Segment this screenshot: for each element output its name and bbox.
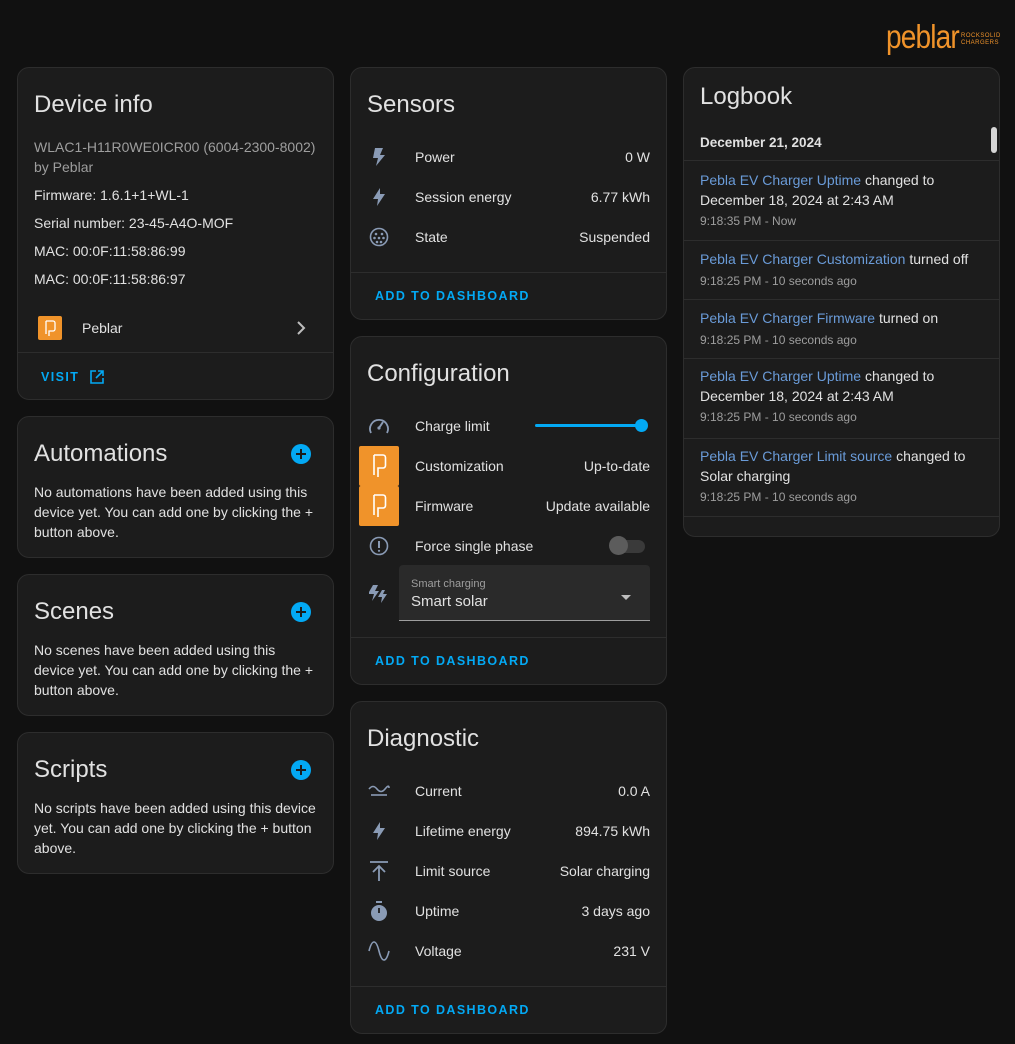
- log-time: 9:18:25 PM - 10 seconds ago: [700, 490, 857, 504]
- smart-charging-select[interactable]: Smart charging Smart solar: [399, 565, 650, 621]
- current-ac-icon: [367, 779, 391, 803]
- add-to-dashboard-button[interactable]: ADD TO DASHBOARD: [375, 654, 530, 668]
- lightning-bolt-icon: [367, 185, 391, 209]
- empty-text: No automations have been added using thi…: [34, 484, 314, 540]
- chevron-right-icon: [293, 320, 309, 339]
- alert-circle-outline-icon: [367, 534, 391, 558]
- add-scene-button[interactable]: [291, 602, 311, 622]
- log-time: 9:18:25 PM - 10 seconds ago: [700, 333, 857, 347]
- empty-text: No scripts have been added using this de…: [34, 800, 316, 856]
- select-value: Smart solar: [411, 593, 488, 610]
- log-entity-link[interactable]: Pebla EV Charger Uptime: [700, 172, 861, 188]
- device-mac-1: MAC: 00:0F:11:58:86:99: [34, 243, 186, 259]
- log-entry: Pebla EV Charger Customization turned of…: [684, 241, 999, 300]
- peblar-brand-icon: [359, 446, 399, 486]
- add-to-dashboard-button[interactable]: ADD TO DASHBOARD: [375, 289, 530, 303]
- open-in-new-icon: [89, 369, 105, 385]
- device-firmware: Firmware: 1.6.1+1+WL-1: [34, 187, 189, 203]
- card-title: Sensors: [367, 91, 456, 118]
- plus-icon: [296, 607, 306, 617]
- smart-charging-icon: [367, 582, 391, 607]
- peblar-brand-icon: [359, 486, 399, 526]
- sensor-row-session-energy[interactable]: Session energy 6.77 kWh: [351, 177, 666, 217]
- diagnostic-row-voltage[interactable]: Voltage 231 V: [351, 931, 666, 971]
- card-title: Scenes: [34, 598, 115, 625]
- configuration-card: Configuration Charge limit Customization…: [350, 336, 667, 685]
- sensors-card: Sensors Power 0 W Session energy 6.77 kW…: [350, 67, 667, 320]
- device-model: WLAC1-H11R0WE0ICR00 (6004-2300-8002): [34, 139, 316, 155]
- card-title: Logbook: [700, 83, 793, 110]
- device-manufacturer: by Peblar: [34, 159, 94, 175]
- lightning-bolt-outline-icon: [367, 145, 391, 169]
- log-time: 9:18:35 PM - Now: [700, 214, 797, 228]
- empty-text: No scenes have been added using this dev…: [34, 642, 314, 698]
- logbook-card: Logbook December 21, 2024 Pebla EV Charg…: [683, 67, 1000, 537]
- card-title: Device info: [34, 91, 153, 118]
- diagnostic-row-uptime[interactable]: Uptime 3 days ago: [351, 891, 666, 931]
- log-time: 9:18:25 PM - 10 seconds ago: [700, 274, 857, 288]
- device-info-card: Device info WLAC1-H11R0WE0ICR00 (6004-23…: [17, 67, 334, 400]
- add-to-dashboard-button[interactable]: ADD TO DASHBOARD: [375, 1003, 530, 1017]
- force-single-phase-toggle[interactable]: [609, 536, 645, 555]
- scripts-card: Scripts No scripts have been added using…: [17, 732, 334, 874]
- device-mac-2: MAC: 00:0F:11:58:86:97: [34, 271, 186, 287]
- log-entry: Pebla EV Charger Firmware turned on 9:18…: [684, 300, 999, 359]
- log-entity-link[interactable]: Pebla EV Charger Uptime: [700, 368, 861, 384]
- arrow-collapse-up-icon: [367, 859, 391, 883]
- sensor-row-power[interactable]: Power 0 W: [351, 137, 666, 177]
- log-entity-link[interactable]: Pebla EV Charger Firmware: [700, 310, 875, 326]
- slider-handle[interactable]: [635, 419, 648, 432]
- integration-name: Peblar: [82, 320, 123, 336]
- log-entry: Pebla EV Charger Uptime changed to Decem…: [684, 359, 999, 439]
- log-entry: Pebla EV Charger Uptime changed to Decem…: [684, 161, 999, 241]
- config-row-customization[interactable]: Customization Up-to-date: [351, 446, 666, 486]
- menu-down-icon: [620, 589, 632, 605]
- sensor-row-state[interactable]: State Suspended: [351, 217, 666, 257]
- log-entity-link[interactable]: Pebla EV Charger Limit source: [700, 448, 892, 464]
- add-script-button[interactable]: [291, 760, 311, 780]
- diagnostic-row-lifetime-energy[interactable]: Lifetime energy 894.75 kWh: [351, 811, 666, 851]
- diagnostic-row-limit-source[interactable]: Limit source Solar charging: [351, 851, 666, 891]
- diagnostic-card: Diagnostic Current 0.0 A Lifetime energy…: [350, 701, 667, 1034]
- card-title: Diagnostic: [367, 725, 480, 752]
- card-title: Configuration: [367, 360, 510, 387]
- select-label: Smart charging: [411, 578, 486, 590]
- log-time: 9:18:25 PM - 10 seconds ago: [700, 410, 857, 424]
- plus-icon: [296, 765, 306, 775]
- logbook-date: December 21, 2024: [700, 135, 822, 150]
- charge-limit-slider[interactable]: [535, 419, 648, 432]
- log-entry: Pebla EV Charger Limit source changed to…: [684, 439, 999, 517]
- visit-button[interactable]: VISIT: [41, 369, 105, 385]
- peblar-brand-icon: [38, 316, 62, 340]
- speedometer-icon: [367, 414, 391, 438]
- config-row-firmware[interactable]: Firmware Update available: [351, 486, 666, 526]
- card-title: Automations: [34, 440, 168, 467]
- ev-plug-icon: [367, 225, 391, 249]
- scenes-card: Scenes No scenes have been added using t…: [17, 574, 334, 716]
- add-automation-button[interactable]: [291, 444, 311, 464]
- card-title: Scripts: [34, 756, 108, 783]
- lightning-bolt-icon: [367, 819, 391, 843]
- timer-icon: [367, 899, 391, 923]
- integration-row[interactable]: Peblar: [18, 308, 333, 348]
- logo-tagline: ROCKSOLID CHARGERS: [961, 33, 1001, 46]
- log-entity-link[interactable]: Pebla EV Charger Customization: [700, 251, 905, 267]
- peblar-logo: peblar ROCKSOLID CHARGERS: [886, 18, 1004, 54]
- logo-wordmark: peblar: [886, 17, 960, 55]
- automations-card: Automations No automations have been add…: [17, 416, 334, 558]
- config-row-charge-limit: Charge limit: [351, 406, 666, 446]
- plus-icon: [296, 449, 306, 459]
- device-serial: Serial number: 23-45-A4O-MOF: [34, 215, 234, 231]
- config-row-force-single-phase: Force single phase: [351, 526, 666, 566]
- sine-wave-icon: [367, 939, 391, 963]
- diagnostic-row-current[interactable]: Current 0.0 A: [351, 771, 666, 811]
- logbook-scrollbar[interactable]: [991, 127, 997, 153]
